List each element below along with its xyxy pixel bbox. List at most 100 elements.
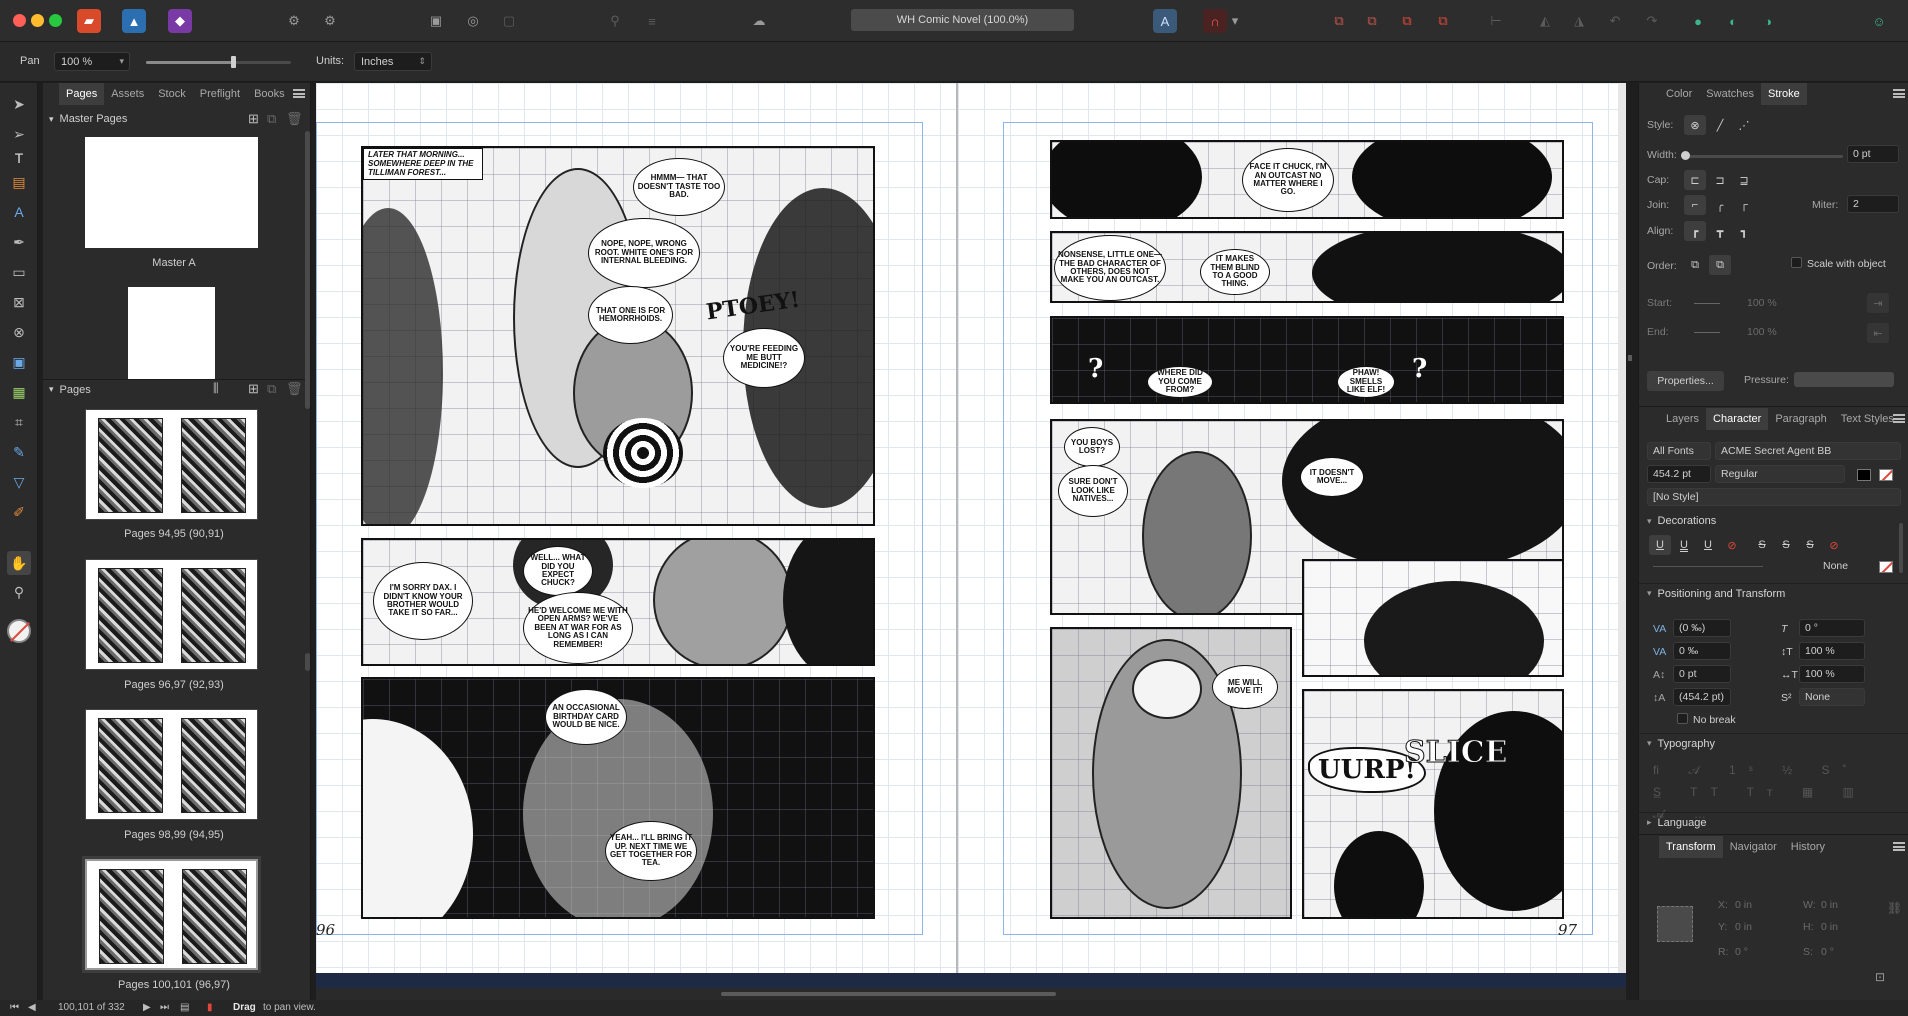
snapping-dropdown-icon[interactable]: ▾ [1228, 9, 1242, 33]
lock-aspect-icon[interactable]: ⛓ [1887, 901, 1902, 915]
text-background-swatch[interactable] [1879, 469, 1893, 481]
panel-menu-icon[interactable] [1893, 842, 1905, 851]
stroke-front-icon[interactable]: ⧉ [1709, 255, 1731, 275]
horizontal-scroll-knob[interactable] [721, 992, 1056, 996]
speech-bubble[interactable]: YOU'RE FEEDING ME BUTT MEDICINE!? [723, 328, 805, 388]
spread-thumbnail[interactable] [85, 409, 258, 520]
move-back-icon[interactable]: ⧉ [1327, 9, 1351, 33]
panel-menu-icon[interactable] [293, 89, 305, 98]
sound-effect[interactable]: SLICE [1404, 735, 1509, 771]
width-slider[interactable] [1683, 155, 1843, 158]
panel-menu-icon[interactable] [1893, 414, 1905, 423]
strikethrough-color-icon[interactable]: S [1799, 535, 1821, 555]
baseline-field[interactable]: 0 pt [1673, 665, 1731, 683]
text-wrap-icon[interactable]: ≡ [640, 9, 664, 33]
comic-panel[interactable]: AN OCCASIONAL BIRTHDAY CARD WOULD BE NIC… [361, 677, 875, 919]
tab-character[interactable]: Character [1706, 408, 1769, 430]
preflight-icon[interactable]: ☁ [747, 9, 771, 33]
flip-horizontal-icon[interactable]: ◭ [1533, 9, 1557, 33]
crop-tool-icon[interactable]: ⌗ [7, 410, 31, 434]
preflight-error-icon[interactable]: ▮ [207, 1002, 213, 1013]
spread-thumbnail[interactable] [85, 559, 258, 670]
normal-view-icon[interactable]: ▣ [424, 9, 448, 33]
underline-fill-none-icon[interactable]: ⊘ [1721, 535, 1743, 555]
speech-bubble[interactable]: HE'D WELCOME ME WITH OPEN ARMS? WE'VE BE… [523, 592, 633, 664]
strike-fill-none-icon[interactable]: ⊘ [1823, 535, 1845, 555]
align-inside-icon[interactable]: ┏ [1684, 221, 1706, 241]
comic-panel[interactable]: ? ? WHERE DID YOU COME FROM? PHAW! SMELL… [1050, 316, 1564, 404]
spread-thumbnail[interactable] [85, 709, 258, 820]
fill-color-swatch[interactable] [7, 619, 31, 643]
no-break-checkbox[interactable] [1677, 713, 1688, 724]
spread-view-icon[interactable]: ▤ [180, 1002, 189, 1013]
tab-stock[interactable]: Stock [151, 83, 193, 105]
add-master-icon[interactable]: ⊞ [248, 111, 259, 127]
move-forward-icon[interactable]: ⧉ [1395, 9, 1419, 33]
preferences-gear-icon[interactable]: ⚙ [318, 9, 342, 33]
tab-transform[interactable]: Transform [1659, 836, 1723, 858]
photo-persona-icon[interactable]: ◆ [168, 9, 192, 33]
square-cap-icon[interactable]: ⊒ [1733, 170, 1755, 190]
delete-page-icon[interactable]: 🗑 [286, 381, 303, 397]
rotate-right-icon[interactable]: ↷ [1640, 9, 1664, 33]
speech-bubble[interactable]: YOU BOYS LOST? [1064, 427, 1120, 467]
comic-panel[interactable]: ME WILL MOVE IT! [1050, 627, 1292, 919]
snapping-magnet-icon[interactable]: ∩ [1203, 9, 1227, 33]
master-b-thumbnail[interactable] [128, 287, 215, 379]
tab-pages[interactable]: Pages [59, 83, 105, 105]
miter-field[interactable]: 2 [1847, 195, 1899, 213]
speech-bubble[interactable]: I'M SORRY DAX. I DIDN'T KNOW YOUR BROTHE… [373, 562, 473, 640]
node-tool-icon[interactable]: ➢ [7, 122, 31, 146]
properties-button[interactable]: Properties... [1647, 371, 1724, 391]
speech-bubble[interactable]: ME WILL MOVE IT! [1212, 665, 1278, 709]
tab-layers[interactable]: Layers [1659, 408, 1706, 430]
artistic-text-tool-icon[interactable]: A [7, 200, 31, 224]
next-page-icon[interactable]: ▶ [143, 1002, 151, 1013]
close-window-button[interactable] [13, 14, 26, 27]
tab-preflight[interactable]: Preflight [193, 83, 247, 105]
clip-view-icon[interactable]: ▢ [497, 9, 521, 33]
decorations-header[interactable]: ▾ Decorations [1639, 511, 1908, 531]
width-field[interactable]: 0 pt [1847, 145, 1899, 163]
comic-panel[interactable] [1302, 559, 1564, 677]
minimize-window-button[interactable] [31, 14, 44, 27]
bleed-view-icon[interactable]: ◎ [461, 9, 485, 33]
font-style-select[interactable]: Regular [1715, 465, 1845, 483]
speech-bubble[interactable]: PHAW! SMELLS LIKE ELF! [1337, 366, 1395, 398]
table-tool-icon[interactable]: ▤ [7, 170, 31, 194]
stroke-behind-icon[interactable]: ⧉ [1684, 255, 1706, 275]
width-slider-knob[interactable] [1681, 151, 1690, 160]
first-page-icon[interactable]: ⏮ [10, 1002, 19, 1013]
font-collection-select[interactable]: All Fonts [1647, 442, 1711, 460]
positioning-header[interactable]: ▾ Positioning and Transform [1639, 583, 1908, 603]
comic-panel[interactable]: NONSENSE, LITTLE ONE—THE BAD CHARACTER O… [1050, 231, 1564, 303]
publisher-persona-icon[interactable]: ▰ [77, 9, 101, 33]
underline-icon[interactable]: U [1649, 535, 1671, 555]
speech-bubble[interactable]: WHERE DID YOU COME FROM? [1147, 366, 1213, 398]
right-page[interactable]: FACE IT CHUCK, I'M AN OUTCAST NO MATTER … [958, 83, 1618, 973]
color-picker-tool-icon[interactable]: ✐ [7, 500, 31, 524]
caption-box[interactable]: LATER THAT MORNING... SOMEWHERE DEEP IN … [363, 148, 483, 181]
speech-bubble[interactable]: NONSENSE, LITTLE ONE—THE BAD CHARACTER O… [1054, 235, 1166, 301]
transparency-tool-icon[interactable]: ▽ [7, 470, 31, 494]
zoom-field[interactable]: 100 % ▾ [54, 52, 130, 71]
boolean-subtract-icon[interactable]: ◐ [1721, 9, 1745, 33]
speech-bubble[interactable]: IT MAKES THEM BLIND TO A GOOD THING. [1200, 249, 1270, 295]
duplicate-page-icon[interactable]: ⧉ [267, 381, 276, 397]
comic-panel[interactable]: UURP! SLICE [1302, 689, 1564, 919]
vertical-scroll-knob[interactable] [1628, 355, 1632, 361]
leading-field[interactable]: (454.2 pt) [1673, 688, 1731, 706]
text-style-select[interactable]: [No Style] [1647, 488, 1901, 506]
speech-bubble[interactable]: SURE DON'T LOOK LIKE NATIVES... [1058, 465, 1128, 517]
speech-bubble[interactable]: IT DOESN'T MOVE... [1300, 457, 1364, 497]
arrowhead-options-icon[interactable]: ⇤ [1867, 323, 1889, 343]
typography-header[interactable]: ▾ Typography [1639, 733, 1908, 753]
spread-thumbnail-selected[interactable] [85, 859, 258, 970]
page-options-icon[interactable]: ⫼ [213, 381, 219, 396]
align-left-icon[interactable]: ⊢ [1484, 9, 1508, 33]
delete-master-icon[interactable]: 🗑 [286, 111, 303, 127]
zoom-slider[interactable] [146, 56, 291, 68]
horizontal-scale-field[interactable]: 100 % [1799, 665, 1865, 683]
butt-cap-icon[interactable]: ⊏ [1684, 170, 1706, 190]
pin-icon[interactable]: ⚲ [603, 9, 627, 33]
